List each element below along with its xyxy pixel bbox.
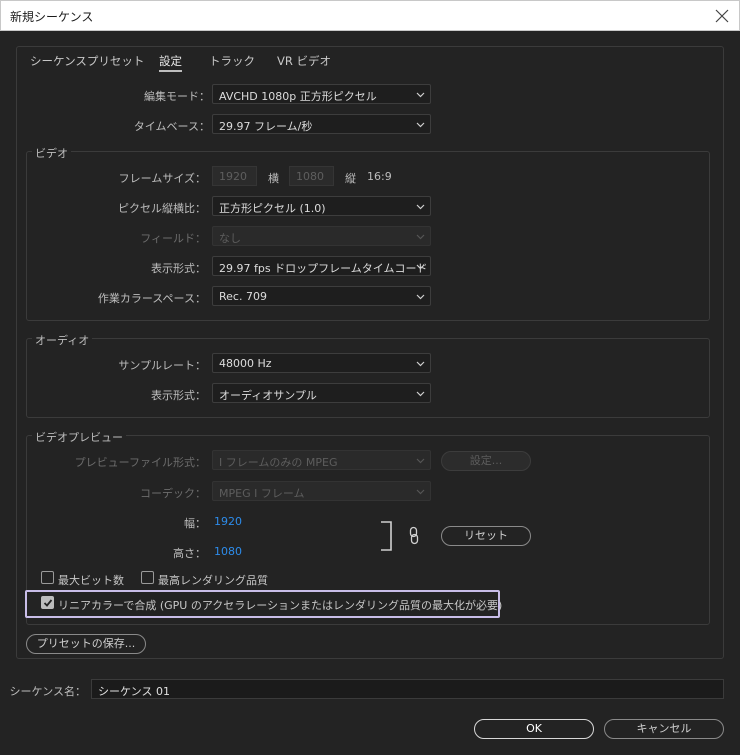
- audio-display-format-value: オーディオサンプル: [219, 389, 317, 402]
- preview-width-label: 幅：: [184, 517, 206, 530]
- aspect-ratio: 16:9: [367, 170, 392, 183]
- sample-rate-select[interactable]: 48000 Hz: [212, 353, 431, 373]
- field-value: なし: [219, 232, 241, 245]
- timebase-value: 29.97 フレーム/秒: [219, 120, 313, 133]
- save-preset-button[interactable]: プリセットの保存...: [26, 634, 146, 654]
- edit-mode-select[interactable]: AVCHD 1080p 正方形ピクセル: [212, 84, 431, 104]
- working-color-label: 作業カラースペース：: [97, 292, 206, 305]
- video-display-format-value: 29.97 fps ドロップフレームタイムコード: [219, 262, 428, 275]
- sequence-name-label: シーケンス名：: [9, 685, 86, 698]
- chevron-down-icon: [416, 458, 425, 464]
- preview-file-format-select[interactable]: I フレームのみの MPEG: [212, 450, 431, 470]
- frame-height-unit: 縦: [345, 172, 356, 185]
- max-render-quality-checkbox[interactable]: [141, 571, 154, 584]
- tab-sequence-presets[interactable]: シーケンスプリセット: [30, 53, 144, 69]
- pixel-aspect-value: 正方形ピクセル (1.0): [219, 202, 326, 215]
- preview-width-value[interactable]: 1920: [214, 515, 242, 528]
- frame-width-unit: 横: [268, 172, 279, 185]
- working-color-value: Rec. 709: [219, 290, 267, 303]
- preview-height-label: 高さ：: [173, 547, 206, 560]
- audio-group: [26, 338, 710, 418]
- max-bit-depth-checkbox[interactable]: [41, 571, 54, 584]
- codec-select[interactable]: MPEG I フレーム: [212, 481, 431, 501]
- preview-setup-button[interactable]: 設定...: [441, 451, 531, 471]
- video-group-title: ビデオ: [32, 145, 71, 161]
- audio-display-format-select[interactable]: オーディオサンプル: [212, 383, 431, 403]
- edit-mode-label: 編集モード：: [144, 90, 210, 103]
- window-title: 新規シーケンス: [10, 10, 94, 24]
- chevron-down-icon: [416, 294, 425, 300]
- chevron-down-icon: [416, 122, 425, 128]
- working-color-select[interactable]: Rec. 709: [212, 286, 431, 306]
- sample-rate-value: 48000 Hz: [219, 357, 272, 370]
- chevron-down-icon: [416, 361, 425, 367]
- pixel-aspect-select[interactable]: 正方形ピクセル (1.0): [212, 196, 431, 216]
- preview-file-format-value: I フレームのみの MPEG: [219, 456, 338, 469]
- tab-tracks[interactable]: トラック: [209, 53, 255, 69]
- codec-label: コーデック：: [140, 487, 206, 500]
- audio-display-format-label: 表示形式：: [151, 389, 206, 402]
- frame-size-label: フレームサイズ：: [118, 172, 206, 185]
- ok-button[interactable]: OK: [474, 719, 594, 739]
- preview-height-value[interactable]: 1080: [214, 545, 242, 558]
- chevron-down-icon: [416, 92, 425, 98]
- max-render-quality-label: 最高レンダリング品質: [158, 574, 268, 587]
- timebase-label: タイムベース：: [133, 120, 210, 133]
- tab-vr-video[interactable]: VR ビデオ: [277, 53, 331, 69]
- check-icon: [43, 599, 53, 607]
- preview-file-format-label: プレビューファイル形式：: [74, 456, 206, 469]
- frame-width-input[interactable]: 1920: [212, 166, 257, 186]
- video-display-format-label: 表示形式：: [151, 262, 206, 275]
- cancel-button[interactable]: キャンセル: [604, 719, 724, 739]
- bracket-icon: [381, 521, 392, 551]
- field-label: フィールド：: [140, 232, 206, 245]
- video-display-format-select[interactable]: 29.97 fps ドロップフレームタイムコード: [212, 256, 431, 276]
- audio-group-title: オーディオ: [32, 332, 93, 348]
- chevron-down-icon: [416, 391, 425, 397]
- linear-color-checkbox[interactable]: [41, 596, 54, 609]
- linear-color-label: リニアカラーで合成 (GPU のアクセラレーションまたはレンダリング品質の最大化…: [58, 599, 503, 612]
- sample-rate-label: サンプルレート：: [118, 359, 206, 372]
- timebase-select[interactable]: 29.97 フレーム/秒: [212, 114, 431, 134]
- chevron-down-icon: [416, 264, 425, 270]
- edit-mode-value: AVCHD 1080p 正方形ピクセル: [219, 90, 377, 103]
- chevron-down-icon: [416, 204, 425, 210]
- sequence-name-input[interactable]: シーケンス 01: [91, 679, 724, 699]
- chevron-down-icon: [416, 234, 425, 240]
- video-preview-group-title: ビデオプレビュー: [32, 429, 126, 445]
- pixel-aspect-label: ピクセル縦横比：: [118, 202, 206, 215]
- codec-value: MPEG I フレーム: [219, 487, 305, 500]
- frame-height-input[interactable]: 1080: [289, 166, 334, 186]
- close-icon[interactable]: [713, 7, 731, 25]
- max-bit-depth-label: 最大ビット数: [58, 574, 124, 587]
- title-bar: 新規シーケンス: [0, 0, 740, 31]
- tab-settings[interactable]: 設定: [159, 53, 182, 72]
- chevron-down-icon: [416, 489, 425, 495]
- chain-link-icon[interactable]: [408, 526, 420, 546]
- field-select[interactable]: なし: [212, 226, 431, 246]
- reset-button[interactable]: リセット: [441, 526, 531, 546]
